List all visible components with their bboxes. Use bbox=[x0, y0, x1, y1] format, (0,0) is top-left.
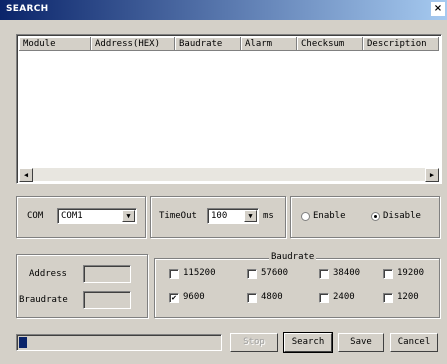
left-arrow-icon[interactable]: ◀ bbox=[19, 168, 33, 182]
stop-button[interactable]: Stop bbox=[230, 333, 278, 352]
chevron-down-icon[interactable]: ▼ bbox=[244, 210, 257, 222]
baud-57600-checkbox[interactable] bbox=[247, 269, 257, 279]
title-bar: SEARCH × bbox=[0, 0, 447, 20]
column-address-hex[interactable]: Address(HEX) bbox=[91, 37, 175, 51]
baud-115200-checkbox[interactable] bbox=[169, 269, 179, 279]
com-select[interactable]: COM1 ▼ bbox=[57, 208, 137, 224]
baud-57600-label[interactable]: 57600 bbox=[261, 268, 288, 278]
address-group: Address Braudrate bbox=[16, 254, 148, 318]
baud-38400-label[interactable]: 38400 bbox=[333, 268, 360, 278]
timeout-group: TimeOut 100 ▼ ms bbox=[150, 196, 286, 238]
enable-label[interactable]: Enable bbox=[313, 211, 346, 221]
search-dialog: SEARCH × Module Address(HEX) Baudrate Al… bbox=[0, 0, 447, 364]
column-module[interactable]: Module bbox=[19, 37, 91, 51]
search-progress-bar bbox=[16, 334, 222, 351]
address-field[interactable] bbox=[83, 265, 131, 283]
column-description[interactable]: Description bbox=[363, 37, 439, 51]
braudrate-label: Braudrate bbox=[19, 295, 68, 305]
timeout-label: TimeOut bbox=[159, 211, 197, 221]
baud-19200-checkbox[interactable] bbox=[383, 269, 393, 279]
baud-4800-label[interactable]: 4800 bbox=[261, 292, 283, 302]
progress-fill bbox=[19, 337, 27, 348]
disable-radio[interactable] bbox=[371, 212, 380, 221]
enable-radio[interactable] bbox=[301, 212, 310, 221]
baud-19200-label[interactable]: 19200 bbox=[397, 268, 424, 278]
column-alarm[interactable]: Alarm bbox=[241, 37, 297, 51]
close-icon[interactable]: × bbox=[431, 2, 445, 16]
baudrate-group-title: Baudrate bbox=[269, 252, 317, 262]
column-checksum[interactable]: Checksum bbox=[297, 37, 363, 51]
baud-2400-checkbox[interactable] bbox=[319, 293, 329, 303]
com-value: COM1 bbox=[61, 211, 83, 221]
list-header: Module Address(HEX) Baudrate Alarm Check… bbox=[19, 37, 439, 51]
braudrate-field[interactable] bbox=[83, 291, 131, 309]
baud-1200-checkbox[interactable] bbox=[383, 293, 393, 303]
timeout-select[interactable]: 100 ▼ bbox=[207, 208, 259, 224]
results-list[interactable]: Module Address(HEX) Baudrate Alarm Check… bbox=[16, 34, 442, 184]
timeout-value: 100 bbox=[211, 211, 228, 221]
search-button[interactable]: Search bbox=[283, 332, 333, 353]
com-label: COM bbox=[27, 211, 44, 221]
baudrate-group: Baudrate 115200 57600 38400 19200 ✔ 9600… bbox=[154, 252, 440, 318]
save-button[interactable]: Save bbox=[338, 333, 384, 352]
disable-label[interactable]: Disable bbox=[383, 211, 421, 221]
baud-9600-label[interactable]: 9600 bbox=[183, 292, 205, 302]
window-title: SEARCH bbox=[6, 4, 49, 14]
baud-1200-label[interactable]: 1200 bbox=[397, 292, 419, 302]
com-group: COM COM1 ▼ bbox=[16, 196, 146, 238]
right-arrow-icon[interactable]: ▶ bbox=[425, 168, 439, 182]
timeout-unit: ms bbox=[263, 211, 274, 221]
column-baudrate[interactable]: Baudrate bbox=[175, 37, 241, 51]
address-label: Address bbox=[29, 269, 67, 279]
baud-2400-label[interactable]: 2400 bbox=[333, 292, 355, 302]
baud-4800-checkbox[interactable] bbox=[247, 293, 257, 303]
baud-9600-checkbox[interactable]: ✔ bbox=[169, 293, 179, 303]
checksum-mode-group: Enable Disable bbox=[290, 196, 440, 238]
horizontal-scrollbar[interactable]: ◀ ▶ bbox=[19, 168, 439, 182]
chevron-down-icon[interactable]: ▼ bbox=[122, 210, 135, 222]
cancel-button[interactable]: Cancel bbox=[390, 333, 438, 352]
baud-115200-label[interactable]: 115200 bbox=[183, 268, 216, 278]
baud-38400-checkbox[interactable] bbox=[319, 269, 329, 279]
